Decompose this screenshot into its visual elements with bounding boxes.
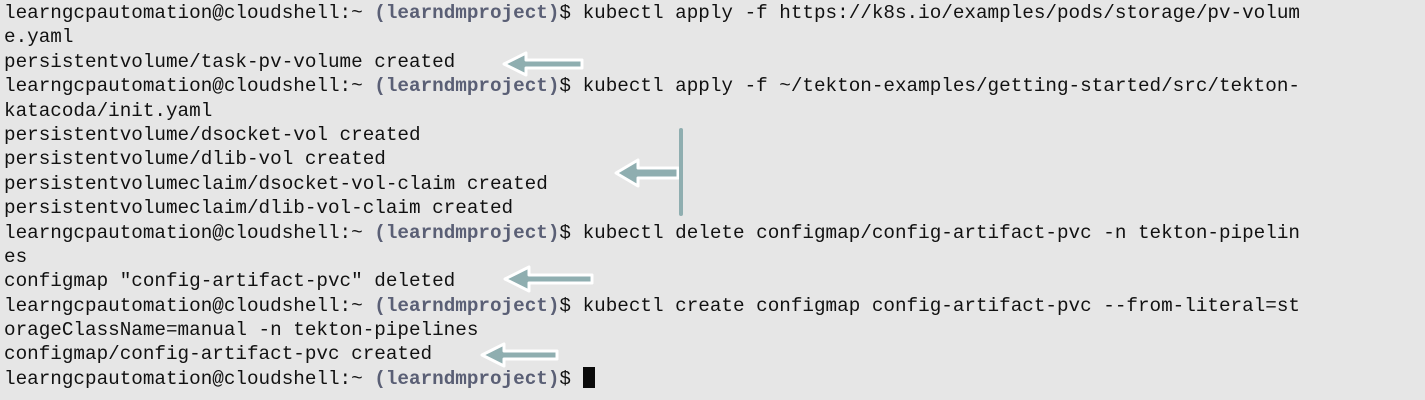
left-arrow-icon [614,158,680,188]
terminal-window[interactable]: learngcpautomation@cloudshell:~ (learndm… [0,0,1425,400]
output-text: persistentvolume/task-pv-volume created [4,50,456,73]
output-text: es [4,245,28,268]
command-text: kubectl apply -f ~/tekton-examples/getti… [582,75,1300,98]
left-arrow-icon [503,265,594,293]
command-text: kubectl apply -f https://k8s.io/examples… [582,2,1300,24]
prompt-line: learngcpautomation@cloudshell:~ (learndm… [4,1,1300,25]
output-text: persistentvolumeclaim/dlib-vol-claim cre… [4,197,514,220]
output-line: orageClassName=manual -n tekton-pipeline… [4,318,1300,342]
prompt-project: (learndmproject) [374,367,560,390]
output-line: configmap "config-artifact-pvc" deleted [4,269,1300,293]
output-line: persistentvolume/dsocket-vol created [4,123,1300,147]
output-line: persistentvolumeclaim/dlib-vol-claim cre… [4,196,1300,220]
output-text: persistentvolumeclaim/dsocket-vol-claim … [4,172,548,195]
prompt-project: (learndmproject) [374,294,560,317]
prompt-user-host: learngcpautomation@cloudshell:~ [4,294,363,317]
command-text: kubectl create configmap config-artifact… [582,294,1300,317]
prompt-sign: $ [559,75,571,98]
output-line: persistentvolume/task-pv-volume created [4,50,1300,74]
command-text: kubectl delete configmap/config-artifact… [582,221,1300,244]
output-text: e.yaml [4,26,74,49]
prompt-project: (learndmproject) [374,2,560,24]
output-text: configmap/config-artifact-pvc created [4,343,433,366]
output-text: configmap "config-artifact-pvc" deleted [4,270,456,293]
output-line: e.yaml [4,25,1300,49]
prompt-line: learngcpautomation@cloudshell:~ (learndm… [4,294,1300,318]
bracket-line [679,128,683,216]
prompt-sign: $ [559,221,571,244]
prompt-project: (learndmproject) [374,75,560,98]
prompt-user-host: learngcpautomation@cloudshell:~ [4,221,363,244]
prompt-user-host: learngcpautomation@cloudshell:~ [4,75,363,98]
terminal-output: learngcpautomation@cloudshell:~ (learndm… [4,1,1300,391]
prompt-user-host: learngcpautomation@cloudshell:~ [4,2,363,24]
prompt-user-host: learngcpautomation@cloudshell:~ [4,367,363,390]
output-text: persistentvolume/dlib-vol created [4,148,386,171]
output-text: persistentvolume/dsocket-vol created [4,123,421,146]
prompt-sign: $ [559,367,571,390]
left-arrow-icon [502,51,584,77]
prompt-line: learngcpautomation@cloudshell:~ (learndm… [4,221,1300,245]
output-line: es [4,245,1300,269]
output-line: configmap/config-artifact-pvc created [4,342,1300,366]
left-arrow-icon [480,342,559,368]
text-cursor[interactable] [582,366,595,388]
prompt-sign: $ [559,2,571,24]
prompt-sign: $ [559,294,571,317]
prompt-line: learngcpautomation@cloudshell:~ (learndm… [4,366,1300,391]
prompt-line: learngcpautomation@cloudshell:~ (learndm… [4,74,1300,98]
output-line: katacoda/init.yaml [4,99,1300,123]
prompt-project: (learndmproject) [374,221,560,244]
output-text: katacoda/init.yaml [4,99,213,122]
output-text: orageClassName=manual -n tekton-pipeline… [4,319,479,342]
